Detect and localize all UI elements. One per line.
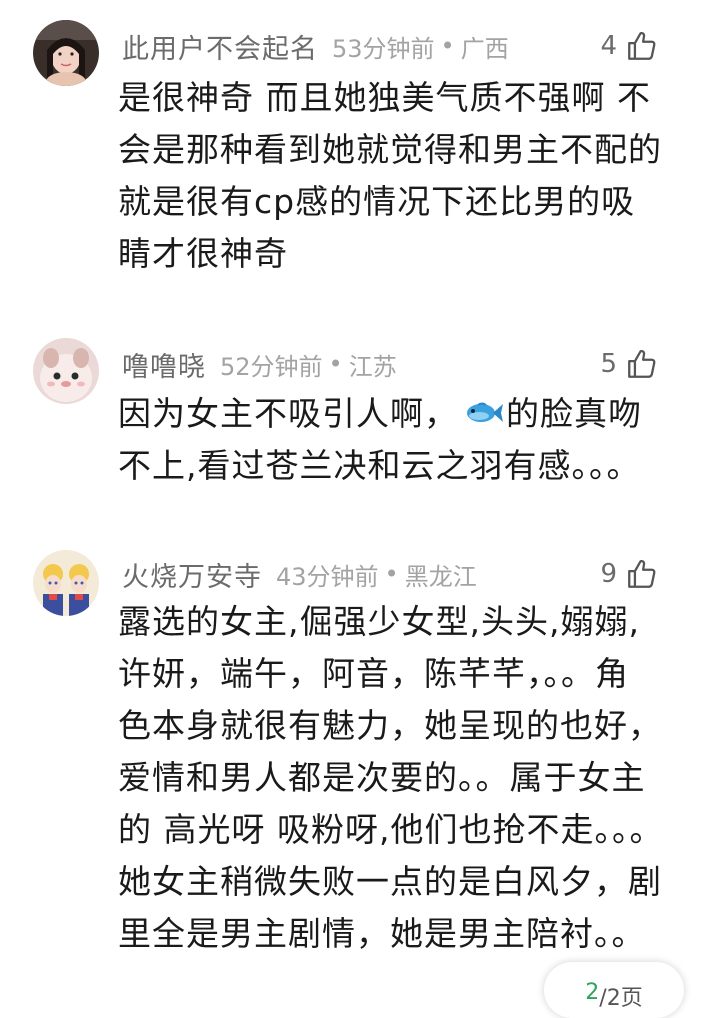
comment-text-segment: 的脸真吻 <box>506 394 642 433</box>
anime-avatar-icon <box>33 550 99 616</box>
comment-line: 是很神奇 而且她独美气质不强啊 不 <box>118 78 651 117</box>
comment-time: 43分钟前 <box>276 562 379 591</box>
comment-item: 此用户不会起名 53分钟前 • 广西 4 是很神奇 而且她独美气质不强啊 不 会… <box>0 0 719 320</box>
fish-emoji-icon <box>467 402 503 422</box>
comment-line: 不上,看过苍兰决和云之羽有感。。。 <box>118 446 641 485</box>
thumbs-up-icon <box>628 349 656 378</box>
comment-item: 火烧万安寺 43分钟前 • 黑龙江 9 露选的女主,倔强少女型,头头,嫋嫋, 许… <box>0 540 719 980</box>
comment-meta: 火烧万安寺 43分钟前 • 黑龙江 9 <box>122 554 689 594</box>
user-avatar[interactable] <box>33 338 99 404</box>
username[interactable]: 火烧万安寺 <box>122 555 262 594</box>
comment-region: 广西 <box>460 34 509 63</box>
current-page: 2 <box>585 980 600 1005</box>
user-avatar[interactable] <box>33 550 99 616</box>
comment-line: 的 高光呀 吸粉呀,他们也抢不走。。。 <box>118 810 664 849</box>
meta-separator: • <box>384 560 399 588</box>
username[interactable]: 噜噜晓 <box>122 345 206 384</box>
comment-time: 53分钟前 <box>332 34 435 63</box>
like-count: 4 <box>600 31 617 61</box>
cartoon-avatar-icon <box>33 338 99 404</box>
comment-line: 会是那种看到她就觉得和男主不配的 <box>118 130 662 169</box>
like-count: 9 <box>600 559 617 589</box>
comment-line: 爱情和男人都是次要的。。属于女主 <box>118 758 646 797</box>
comment-line: 露选的女主,倔强少女型,头头,嫋嫋, <box>118 602 640 641</box>
comment-text: 露选的女主,倔强少女型,头头,嫋嫋, 许妍，端午，阿音，陈芊芊，。。角 色本身就… <box>118 596 694 960</box>
user-avatar-photo-icon <box>33 20 99 86</box>
comment-meta: 噜噜晓 52分钟前 • 江苏 5 <box>122 344 689 384</box>
comment-item: 噜噜晓 52分钟前 • 江苏 5 因为女主不吸引人啊， 的脸真吻 不上,看过苍兰… <box>0 320 719 540</box>
thumbs-up-icon <box>628 31 656 60</box>
like-count: 5 <box>600 349 617 379</box>
comment-text: 是很神奇 而且她独美气质不强啊 不 会是那种看到她就觉得和男主不配的 就是很有c… <box>118 72 694 280</box>
comment-region: 江苏 <box>348 352 397 381</box>
comment-line: 她女主稍微失败一点的是白风夕，剧 <box>118 862 662 901</box>
comment-line: 就是很有cp感的情况下还比男的吸 <box>118 182 636 221</box>
comment-meta: 此用户不会起名 53分钟前 • 广西 4 <box>122 26 689 66</box>
comment-text: 因为女主不吸引人啊， 的脸真吻 不上,看过苍兰决和云之羽有感。。。 <box>118 388 694 492</box>
like-button[interactable]: 5 <box>600 344 659 384</box>
thumbs-up-icon <box>628 559 656 588</box>
comment-line: 许妍，端午，阿音，陈芊芊，。。角 <box>118 654 629 693</box>
user-avatar[interactable] <box>33 20 99 86</box>
meta-separator: • <box>328 350 343 378</box>
username[interactable]: 此用户不会起名 <box>122 27 318 66</box>
comment-line: 里全是男主剧情，她是男主陪衬。。 <box>118 914 646 953</box>
meta-separator: • <box>440 32 455 60</box>
page-indicator[interactable]: 2 /2页 <box>544 962 684 1018</box>
comment-text-segment: 因为女主不吸引人啊， <box>118 394 458 433</box>
like-button[interactable]: 9 <box>600 554 659 594</box>
like-button[interactable]: 4 <box>600 26 659 66</box>
comment-line: 色本身就很有魅力，她呈现的也好， <box>118 706 662 745</box>
total-pages: /2页 <box>599 986 643 1011</box>
comment-time: 52分钟前 <box>220 352 323 381</box>
comment-region: 黑龙江 <box>404 562 477 591</box>
comment-line: 因为女主不吸引人啊， 的脸真吻 <box>118 388 694 440</box>
comment-line: 睛才很神奇 <box>118 234 288 273</box>
